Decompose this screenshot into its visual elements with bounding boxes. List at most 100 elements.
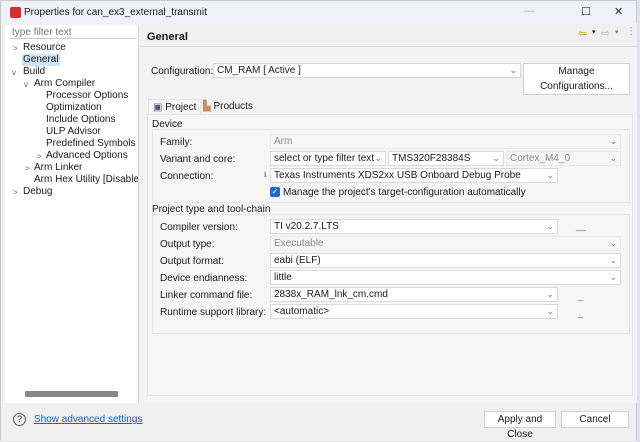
chevron-right-icon[interactable]: >: [37, 152, 42, 161]
family-value: Arm: [274, 136, 293, 147]
tree-item-processor-options[interactable]: Processor Options: [46, 90, 128, 102]
compiler-value: TI v20.2.7.LTS: [274, 221, 339, 232]
family-label: Family:: [160, 137, 193, 148]
products-icon: ▙: [203, 101, 214, 112]
tree-item-optimization[interactable]: Optimization: [46, 102, 102, 114]
tree-item-debug[interactable]: Debug: [23, 186, 52, 198]
output-type-label: Output type:: [160, 239, 215, 250]
more-menu-icon[interactable]: ⋮: [626, 26, 636, 37]
compiler-select[interactable]: TI v20.2.7.LTS ⌄: [270, 219, 558, 234]
chevron-down-icon: ⌄: [509, 65, 517, 75]
chevron-down-icon: ⌄: [609, 255, 617, 265]
maximize-button[interactable]: ☐: [581, 5, 591, 18]
title-bar: Properties for can_ex3_external_transmit…: [1, 1, 636, 23]
main-panel: General ⇦ ▾ ⇨ ▾ ⋮ Configuration: CM_RAM …: [140, 23, 637, 403]
cancel-button[interactable]: Cancel: [561, 411, 629, 428]
manage-target-checkbox[interactable]: ✓: [270, 187, 280, 197]
dialog-footer: ? Show advanced settings Apply and Close…: [1, 403, 636, 441]
chevron-right-icon[interactable]: >: [25, 164, 30, 173]
connection-select[interactable]: Texas Instruments XDS2xx USB Onboard Deb…: [270, 168, 558, 183]
core-value: Cortex_M4_0: [510, 153, 571, 164]
chevron-down-icon: ⌄: [546, 221, 554, 231]
show-advanced-settings-link[interactable]: Show advanced settings: [34, 414, 142, 425]
connection-label: Connection:: [160, 171, 214, 182]
chevron-down-icon: ⌄: [609, 136, 617, 146]
configuration-value: CM_RAM [ Active ]: [217, 65, 301, 76]
tree-item-general[interactable]: General: [22, 54, 60, 66]
output-type-value: Executable: [274, 238, 324, 249]
configuration-select[interactable]: CM_RAM [ Active ] ⌄: [213, 63, 521, 78]
connection-value: Texas Instruments XDS2xx USB Onboard Deb…: [274, 170, 521, 181]
tree-item-build[interactable]: Build: [23, 66, 45, 78]
linker-more-button[interactable]: _: [578, 291, 583, 301]
project-tab-panel: Device Family: Arm ⌄ Variant and core: se…: [147, 114, 633, 396]
tree-item-advanced-options[interactable]: Advanced Options: [46, 150, 128, 162]
chevron-down-icon[interactable]: v: [12, 68, 16, 77]
linker-file-label: Linker command file:: [160, 290, 253, 301]
close-button[interactable]: ✕: [614, 5, 623, 18]
tree-item-include-options[interactable]: Include Options: [46, 114, 116, 126]
output-format-value: eabi (ELF): [274, 255, 321, 266]
tree-item-predefined-symbols[interactable]: Predefined Symbols: [46, 138, 136, 150]
manage-configurations-button[interactable]: Manage Configurations...: [523, 63, 630, 95]
tab-products[interactable]: ▙ Products: [199, 99, 257, 114]
chevron-down-icon[interactable]: v: [24, 80, 28, 89]
tree-item-resource[interactable]: Resource: [23, 42, 66, 54]
chevron-down-icon: ⌄: [374, 152, 382, 164]
tree-item-ulp-advisor[interactable]: ULP Advisor: [46, 126, 101, 138]
minimize-button[interactable]: —: [524, 5, 535, 17]
info-icon: ℹ: [264, 172, 267, 179]
tree-item-arm-hex-utility[interactable]: Arm Hex Utility [Disabled]: [34, 174, 138, 186]
project-icon: ▣: [153, 102, 166, 113]
variant-filter-value: select or type filter text>: [274, 153, 380, 164]
chevron-right-icon[interactable]: >: [13, 44, 18, 53]
chevron-down-icon: ⌄: [609, 153, 617, 163]
tree-item-arm-linker[interactable]: Arm Linker: [34, 162, 82, 174]
app-logo-icon: [10, 6, 21, 18]
back-arrow-icon[interactable]: ⇦: [578, 27, 587, 40]
configuration-label: Configuration:: [151, 66, 214, 77]
endianness-label: Device endianness:: [160, 273, 248, 284]
linker-file-value: 2838x_RAM_lnk_cm.cmd: [274, 289, 388, 300]
tab-products-label: Products: [213, 101, 253, 112]
back-menu-icon[interactable]: ▾: [592, 28, 596, 36]
endianness-value: little: [274, 272, 292, 283]
compiler-more-button[interactable]: __: [576, 221, 586, 231]
window-title: Properties for can_ex3_external_transmit: [24, 6, 207, 18]
properties-window: Properties for can_ex3_external_transmit…: [0, 0, 637, 441]
chevron-down-icon: ⌄: [546, 306, 554, 316]
rts-select[interactable]: <automatic> ⌄: [270, 304, 558, 319]
forward-menu-icon[interactable]: ▾: [615, 28, 619, 36]
output-format-select[interactable]: eabi (ELF) ⌄: [270, 253, 621, 268]
linker-file-select[interactable]: 2838x_RAM_lnk_cm.cmd ⌄: [270, 287, 558, 302]
rts-more-button[interactable]: _: [578, 308, 583, 318]
chevron-down-icon: ⌄: [609, 238, 617, 248]
apply-and-close-button[interactable]: Apply and Close: [484, 411, 556, 440]
forward-arrow-icon[interactable]: ⇨: [601, 27, 610, 40]
help-icon[interactable]: ?: [13, 413, 26, 426]
chevron-down-icon: ⌄: [609, 272, 617, 282]
chevron-down-icon: ⌄: [492, 153, 500, 163]
family-select: Arm ⌄: [270, 134, 621, 149]
filter-input[interactable]: [10, 26, 137, 39]
rts-value: <automatic>: [274, 306, 330, 317]
rts-label: Runtime support library:: [160, 307, 267, 318]
manage-target-label: Manage the project's target-configuratio…: [283, 187, 526, 198]
sidebar-tree: > Resource General v Build v Arm Compile…: [5, 25, 139, 403]
chevron-right-icon[interactable]: >: [13, 188, 18, 197]
compiler-label: Compiler version:: [160, 222, 238, 233]
page-title: General: [140, 23, 637, 47]
endianness-select[interactable]: little ⌄: [270, 270, 621, 285]
variant-label: Variant and core:: [160, 154, 236, 165]
core-select: Cortex_M4_0 ⌄: [506, 151, 621, 166]
variant-value: TMS320F28384S: [392, 153, 471, 164]
tree-item-arm-compiler[interactable]: Arm Compiler: [34, 78, 95, 90]
chevron-down-icon: ⌄: [546, 289, 554, 299]
variant-filter-select[interactable]: select or type filter text> ⌄: [270, 151, 386, 166]
chevron-down-icon: ⌄: [546, 170, 554, 180]
output-type-select: Executable ⌄: [270, 236, 621, 251]
output-format-label: Output format:: [160, 256, 224, 267]
tab-project[interactable]: ▣ Project: [148, 99, 202, 114]
variant-select[interactable]: TMS320F28384S ⌄: [388, 151, 504, 166]
horizontal-scrollbar[interactable]: [25, 391, 118, 397]
